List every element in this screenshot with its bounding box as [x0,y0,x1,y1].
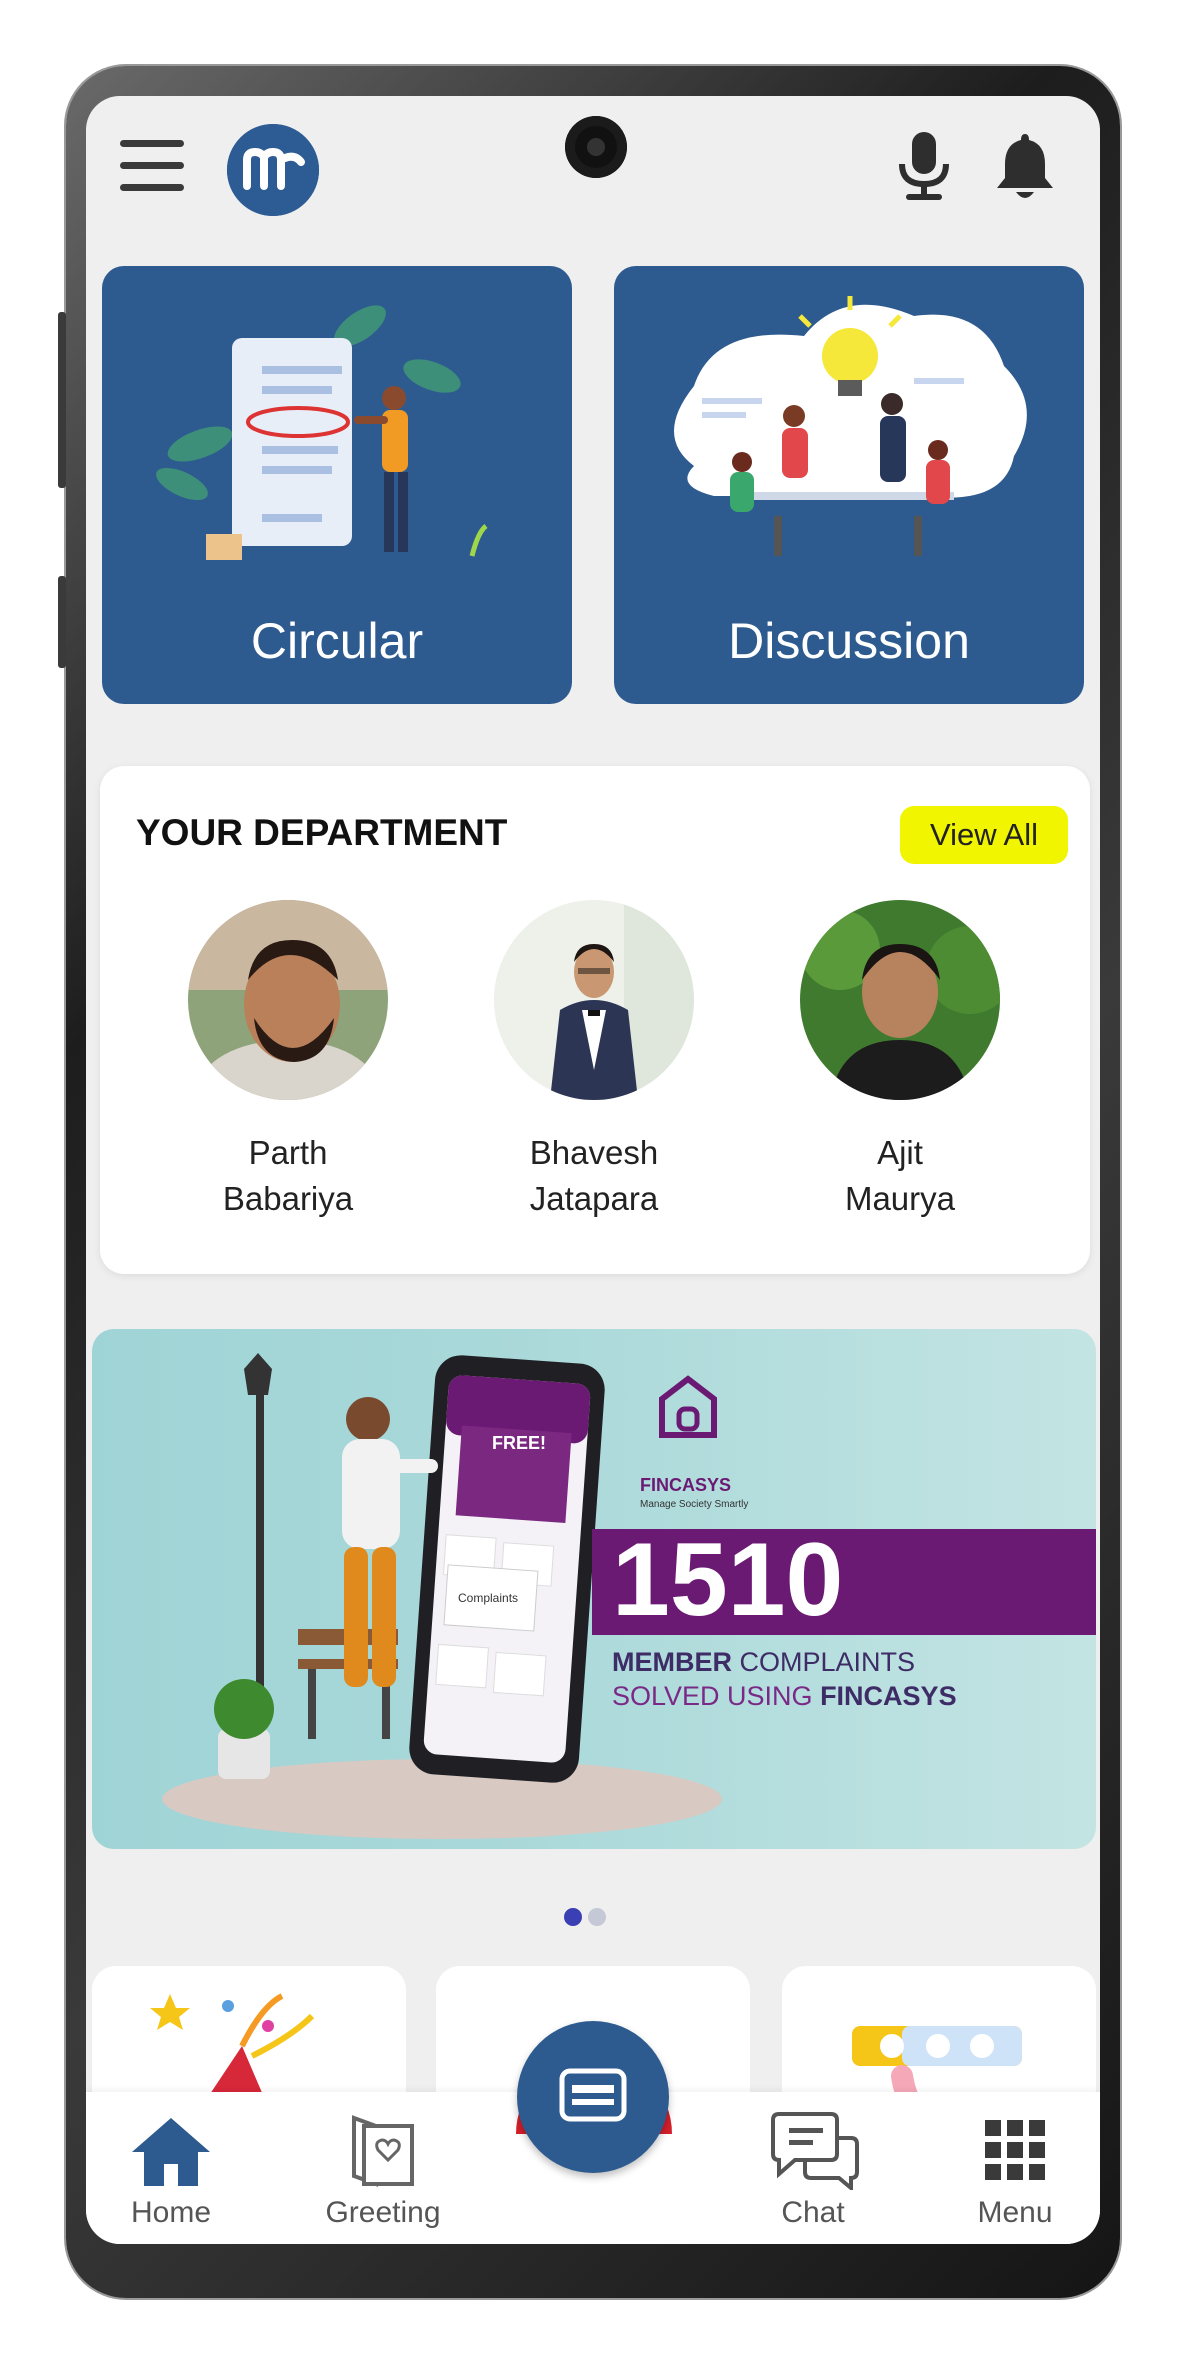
nav-menu-label: Menu [977,2196,1053,2229]
member-parth[interactable]: Parth Babariya [158,900,418,1222]
member-name: Parth Babariya [222,1134,354,1217]
nav-home-label: Home [130,2196,212,2229]
discussion-illustration [674,296,1027,556]
member-name: Ajit Maurya [844,1134,956,1217]
nav-menu[interactable]: Menu [940,2110,1090,2230]
avatar [188,900,388,1100]
logo-mark-icon [227,124,319,216]
card-icon [559,2068,627,2122]
volume-button [58,312,66,488]
home-icon [132,2118,210,2186]
hamburger-menu-icon[interactable] [120,140,184,192]
grid-menu-icon [985,2120,1045,2180]
member-name: Bhavesh Jatapara [529,1134,659,1217]
phone-free-label: FREE! [492,1433,546,1453]
member-ajit[interactable]: Ajit Maurya [770,900,1030,1222]
fab-button[interactable] [517,2021,669,2173]
banner-line2: SOLVED USING FINCASYS [612,1681,957,1711]
banner-illustration [162,1353,1096,1839]
member-bhavesh[interactable]: Bhavesh Jatapara [464,900,724,1222]
carousel-indicator [564,1908,612,1930]
department-title: YOUR DEPARTMENT [136,812,508,853]
nav-chat-label: Chat [781,2196,845,2229]
notification-bell-icon[interactable] [992,130,1058,202]
avatar [800,900,1000,1100]
circular-tile[interactable]: Circular [102,266,572,704]
app-logo [227,124,319,216]
carousel-dot-active[interactable] [564,1908,582,1926]
department-card: YOUR DEPARTMENT View All Parth Babariya [100,766,1090,1274]
view-all-button[interactable]: View All [900,806,1068,864]
top-bar [86,96,1100,236]
promo-banner[interactable]: FREE! Complaints FINCASYS Manage Society… [92,1329,1096,1849]
discussion-tile[interactable]: Discussion [614,266,1084,704]
banner-brand: FINCASYS [640,1475,732,1495]
front-camera [565,116,627,178]
power-button [58,576,66,668]
avatar [494,900,694,1100]
circular-illustration [156,305,488,560]
app-screen: Circular Discussion YOUR DEPARTMENT View… [86,96,1100,2244]
phone-complaints-label: Complaints [458,1591,519,1605]
greeting-card-icon [352,2115,414,2187]
nav-greeting-label: Greeting [325,2196,441,2229]
nav-greeting[interactable]: Greeting [308,2110,458,2230]
nav-home[interactable]: Home [96,2110,246,2230]
circular-label: Circular [250,613,424,669]
chat-icon [771,2112,859,2190]
carousel-dot[interactable] [588,1908,606,1926]
banner-line1: MEMBER COMPLAINTS [612,1647,916,1677]
nav-chat[interactable]: Chat [738,2110,888,2230]
microphone-icon[interactable] [894,130,954,204]
banner-tagline: Manage Society Smartly [640,1499,749,1510]
banner-number: 1510 [612,1522,844,1638]
discussion-label: Discussion [728,613,970,669]
